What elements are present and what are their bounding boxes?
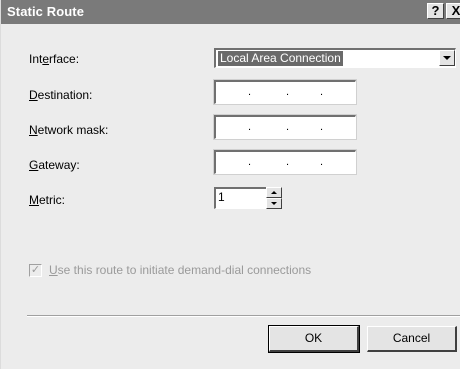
destination-label-rest: estination: <box>37 88 93 102</box>
interface-selected-value: Local Area Connection <box>217 50 344 67</box>
close-button[interactable]: X <box>446 3 460 19</box>
demand-dial-checkbox[interactable]: ✓ <box>29 264 42 277</box>
interface-label-rest: rface: <box>49 52 80 66</box>
title-bar: Static Route ? X <box>1 0 460 24</box>
network-mask-field[interactable]: ... <box>214 115 356 139</box>
network-mask-label-rest: etwork mask: <box>37 123 109 137</box>
destination-label-accesskey: D <box>29 88 38 102</box>
demand-dial-label-accesskey: U <box>49 263 58 277</box>
demand-dial-label-rest: se this route to initiate demand-dial co… <box>57 263 312 277</box>
gateway-field[interactable]: ... <box>214 150 356 174</box>
metric-label-rest: etric: <box>39 193 66 207</box>
interface-select[interactable]: Local Area Connection <box>214 48 456 68</box>
chevron-down-icon[interactable] <box>439 50 455 66</box>
window-title: Static Route <box>7 4 85 19</box>
button-separator <box>27 315 460 317</box>
metric-stepper[interactable]: 1 <box>214 187 284 209</box>
gateway-label: Gateway: <box>29 158 80 172</box>
metric-input[interactable]: 1 <box>214 187 266 209</box>
spin-down-icon[interactable] <box>266 198 282 209</box>
interface-label-part: Int <box>29 52 43 66</box>
destination-label: Destination: <box>29 88 92 102</box>
metric-label: Metric: <box>29 193 65 207</box>
interface-label: Interface: <box>29 52 79 66</box>
metric-label-accesskey: M <box>29 193 39 207</box>
checkmark-icon: ✓ <box>30 264 41 276</box>
gateway-label-rest: ateway: <box>38 158 80 172</box>
demand-dial-label: Use this route to initiate demand-dial c… <box>49 263 311 277</box>
help-button[interactable]: ? <box>427 3 444 19</box>
ok-button[interactable]: OK <box>268 325 360 353</box>
destination-ip-field[interactable]: ... <box>214 80 356 104</box>
cancel-button[interactable]: Cancel <box>367 326 457 352</box>
network-mask-label-accesskey: N <box>29 123 38 137</box>
static-route-dialog: Static Route ? X Interface: Local Area C… <box>0 0 460 369</box>
spin-up-icon[interactable] <box>266 187 282 198</box>
network-mask-label: Network mask: <box>29 123 108 137</box>
gateway-label-accesskey: G <box>29 158 39 172</box>
